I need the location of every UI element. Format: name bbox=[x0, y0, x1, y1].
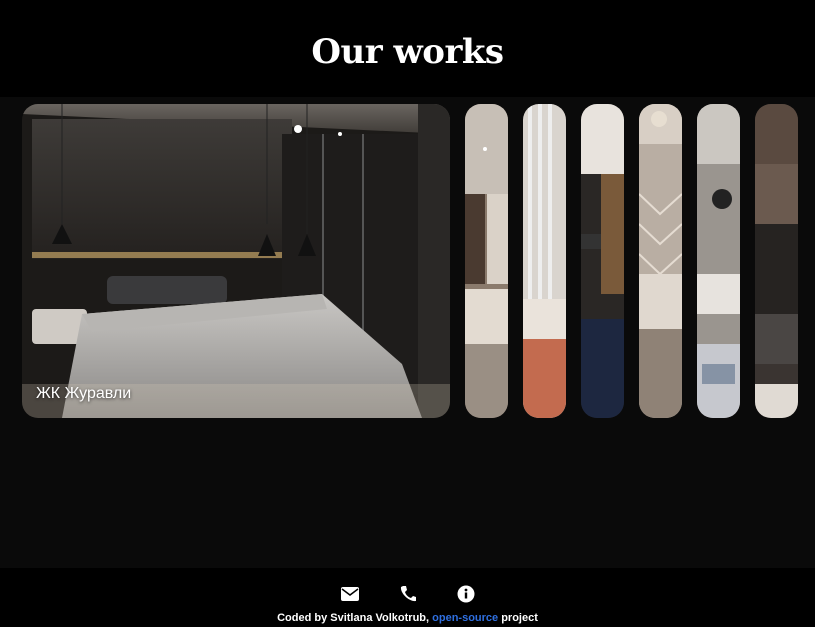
footer: Coded by Svitlana Volkotrub, open-source… bbox=[0, 568, 815, 627]
gallery-panel-2[interactable] bbox=[465, 104, 508, 418]
credit-text: Coded by Svitlana Volkotrub, open-source… bbox=[0, 612, 815, 624]
interior-image-6 bbox=[697, 104, 740, 418]
info-icon[interactable] bbox=[456, 584, 476, 604]
page-title: Our works bbox=[311, 31, 504, 72]
works-gallery: ЖК Журавли bbox=[22, 104, 798, 418]
footer-icons bbox=[0, 584, 815, 604]
envelope-icon[interactable] bbox=[340, 584, 360, 604]
gallery-panel-3[interactable] bbox=[523, 104, 566, 418]
phone-icon[interactable] bbox=[398, 584, 418, 604]
interior-image-5 bbox=[639, 104, 682, 418]
gallery-panel-5[interactable] bbox=[639, 104, 682, 418]
credit-prefix: Coded by Svitlana Volkotrub, bbox=[277, 612, 433, 624]
interior-image-7 bbox=[755, 104, 798, 418]
interior-image-3 bbox=[523, 104, 566, 418]
gallery-panel-7[interactable] bbox=[755, 104, 798, 418]
panel-title: ЖК Журавли bbox=[36, 385, 132, 402]
bedroom-image bbox=[22, 104, 450, 418]
credit-suffix: project bbox=[498, 612, 538, 624]
interior-image-4 bbox=[581, 104, 624, 418]
header: Our works bbox=[0, 0, 815, 97]
gallery-panel-4[interactable] bbox=[581, 104, 624, 418]
living-room-image bbox=[465, 104, 508, 418]
open-source-link[interactable]: open-source bbox=[432, 612, 498, 624]
gallery-panel-active[interactable]: ЖК Журавли bbox=[22, 104, 450, 418]
gallery-panel-6[interactable] bbox=[697, 104, 740, 418]
